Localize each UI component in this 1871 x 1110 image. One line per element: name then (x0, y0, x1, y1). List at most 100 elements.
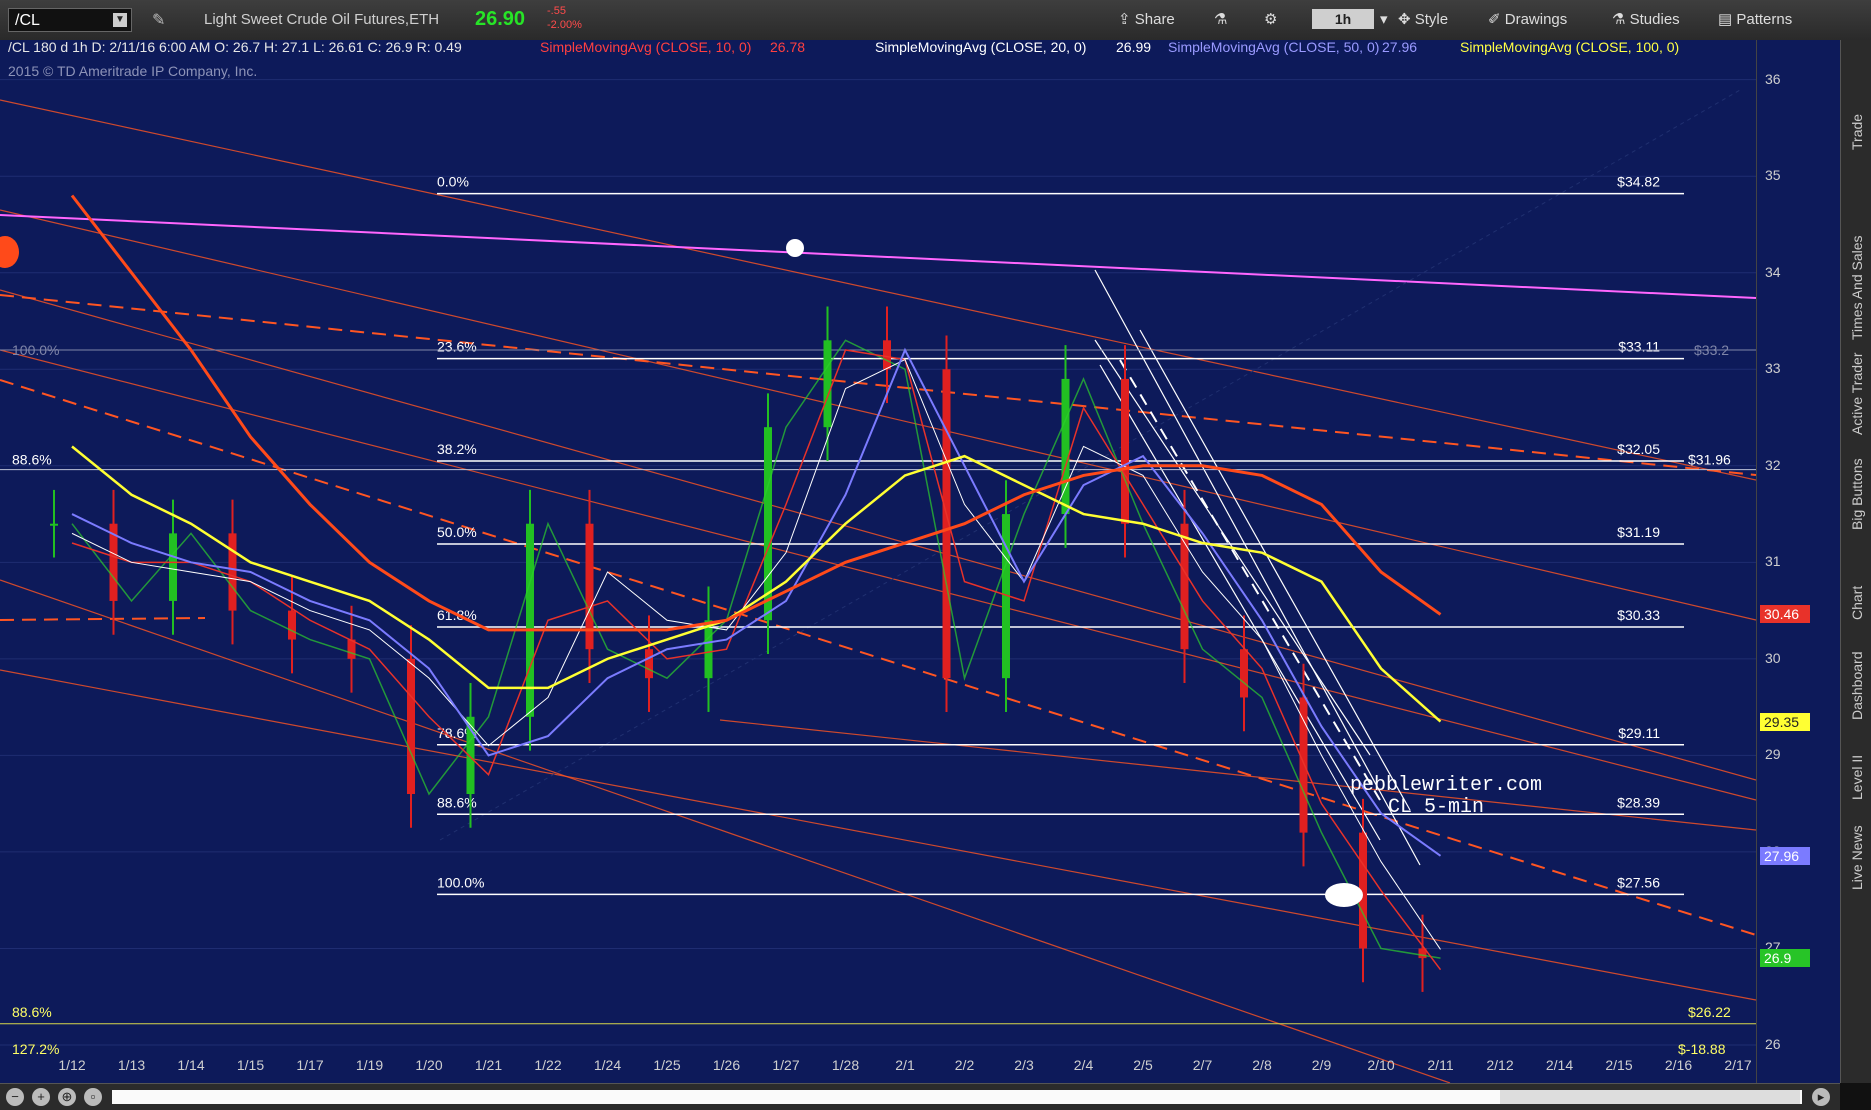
zoom-fit-icon[interactable]: ⊕ (58, 1088, 76, 1106)
style-menu[interactable]: ✥ Style (1398, 10, 1448, 28)
annotation-text: 88.6% (12, 1004, 52, 1020)
x-tick-label: 2/17 (1724, 1057, 1751, 1073)
price-candle-body (50, 523, 58, 526)
sma10-legend-value: 26.78 (770, 40, 805, 55)
fib-level-price: $32.05 (1617, 441, 1660, 457)
price-axis[interactable]: 262728293031323334353630.4629.3527.9626.… (1756, 40, 1841, 1083)
y-tick-label: 30 (1765, 649, 1781, 666)
x-tick-label: 2/15 (1605, 1057, 1632, 1073)
annotation-text: $26.22 (1688, 1004, 1731, 1020)
side-tab-label: Big Buttons (1849, 458, 1865, 530)
link-pencil-icon[interactable]: ✎ (152, 10, 165, 30)
fib-level-price: $33.11 (1618, 339, 1660, 355)
y-tick-label: 34 (1765, 263, 1781, 280)
patterns-label: Patterns (1736, 11, 1793, 28)
side-tab-label: Dashboard (1849, 651, 1865, 721)
scroll-thumb[interactable] (1500, 1090, 1800, 1104)
drawings-menu[interactable]: ✐ Drawings (1488, 10, 1567, 28)
target-marker (1325, 883, 1363, 907)
x-tick-label: 1/13 (118, 1057, 145, 1073)
channel-line (1099, 364, 1381, 841)
chart-plot-area[interactable]: /CL 180 d 1h D: 2/11/16 6:00 AM O: 26.7 … (0, 40, 1756, 1083)
sma10-legend: SimpleMovingAvg (CLOSE, 10, 0) (540, 40, 751, 55)
y-tick-label: 32 (1765, 456, 1781, 473)
fib-level-price: $27.56 (1617, 874, 1660, 890)
patterns-icon: ▤ (1718, 11, 1737, 28)
patterns-menu[interactable]: ▤ Patterns (1718, 10, 1792, 28)
annotation-text: 127.2% (12, 1041, 59, 1057)
x-tick-label: 1/15 (237, 1057, 264, 1073)
x-tick-label: 2/10 (1367, 1057, 1394, 1073)
x-tick-label: 1/28 (832, 1057, 859, 1073)
orange-dot-marker (0, 236, 19, 268)
share-label: Share (1134, 11, 1175, 28)
price-badge: 26.9 (1760, 949, 1810, 968)
studies-label: Studies (1629, 11, 1680, 28)
annotation-text: $31.96 (1688, 452, 1731, 468)
style-label: Style (1414, 11, 1449, 28)
gear-icon[interactable]: ⚙ (1264, 10, 1277, 28)
dashed-trend-line (0, 617, 206, 621)
copyright-text: 2015 © TD Ameritrade IP Company, Inc. (8, 63, 257, 79)
x-tick-label: 1/14 (177, 1057, 204, 1073)
style-icon: ✥ (1398, 11, 1415, 28)
channel-dashed-line (1119, 359, 1381, 801)
sma100-legend: SimpleMovingAvg (CLOSE, 100, 0) (1460, 40, 1679, 55)
zoom-in-icon[interactable]: + (32, 1088, 50, 1106)
price-candle-body (407, 658, 415, 795)
timeframe-selector[interactable]: 1h (1312, 9, 1374, 29)
price-candle-body (883, 340, 891, 370)
time-scrollbar: − + ⊕ ▫ ▸ (0, 1083, 1840, 1110)
x-tick-label: 1/26 (713, 1057, 740, 1073)
drawings-icon: ✐ (1488, 11, 1505, 28)
x-tick-label: 1/19 (356, 1057, 383, 1073)
flask-icon[interactable]: ⚗ (1214, 10, 1227, 28)
trend-line (0, 669, 1756, 1001)
trend-line (0, 579, 1451, 1083)
fib-level-percent: 23.6% (437, 339, 477, 355)
share-button[interactable]: ⇪ Share (1118, 10, 1175, 28)
x-tick-label: 2/7 (1193, 1057, 1213, 1073)
drawings-label: Drawings (1504, 11, 1568, 28)
zoom-box-icon[interactable]: ▫ (84, 1088, 102, 1106)
trend-line (0, 289, 1756, 781)
y-tick-label: 36 (1765, 70, 1781, 87)
x-tick-label: 1/24 (594, 1057, 621, 1073)
symbol-selector[interactable]: /CL ▼ (8, 8, 132, 32)
studies-menu[interactable]: ⚗ Studies (1612, 10, 1680, 28)
x-tick-label: 2/9 (1312, 1057, 1332, 1073)
side-tab-label: Active Trader (1849, 352, 1865, 435)
x-tick-label: 2/12 (1486, 1057, 1513, 1073)
symbol-text: /CL (15, 12, 40, 29)
chevron-down-icon[interactable]: ▼ (113, 13, 127, 27)
change-value: -.55 (547, 5, 566, 17)
x-tick-label: 2/8 (1252, 1057, 1272, 1073)
fib-level-price: $34.82 (1617, 174, 1660, 190)
annotation-text: 88.6% (12, 452, 52, 468)
moving-average-line (71, 347, 1442, 857)
share-icon: ⇪ (1118, 11, 1135, 28)
x-tick-label: 1/27 (772, 1057, 799, 1073)
x-tick-label: 2/11 (1427, 1057, 1453, 1073)
fib-level-price: $30.33 (1617, 607, 1660, 623)
y-tick-label: 35 (1765, 167, 1781, 184)
x-tick-label: 1/12 (58, 1057, 85, 1073)
watermark-text: CL 5-min (1388, 796, 1484, 819)
change-percent: -2.00% (547, 19, 582, 31)
x-tick-label: 1/17 (296, 1057, 323, 1073)
side-panel: Trade Times And Sales Active Trader Big But… (1840, 40, 1871, 1083)
side-tab-label: Times And Sales (1849, 235, 1865, 340)
fib-level-percent: 38.2% (437, 441, 477, 457)
dashed-trend-line (0, 294, 1756, 476)
zoom-out-icon[interactable]: − (6, 1088, 24, 1106)
moving-average-line (71, 349, 1442, 971)
price-candle-body (1240, 649, 1248, 698)
magenta-trend-line (0, 214, 1756, 299)
scroll-right-icon[interactable]: ▸ (1812, 1088, 1830, 1106)
price-candle-body (228, 533, 237, 611)
chevron-down-icon[interactable]: ▾ (1380, 10, 1388, 28)
x-tick-label: 1/21 (475, 1057, 502, 1073)
price-change: -.55 -2.00% (547, 4, 582, 32)
studies-icon: ⚗ (1612, 11, 1630, 28)
x-tick-label: 1/25 (653, 1057, 680, 1073)
